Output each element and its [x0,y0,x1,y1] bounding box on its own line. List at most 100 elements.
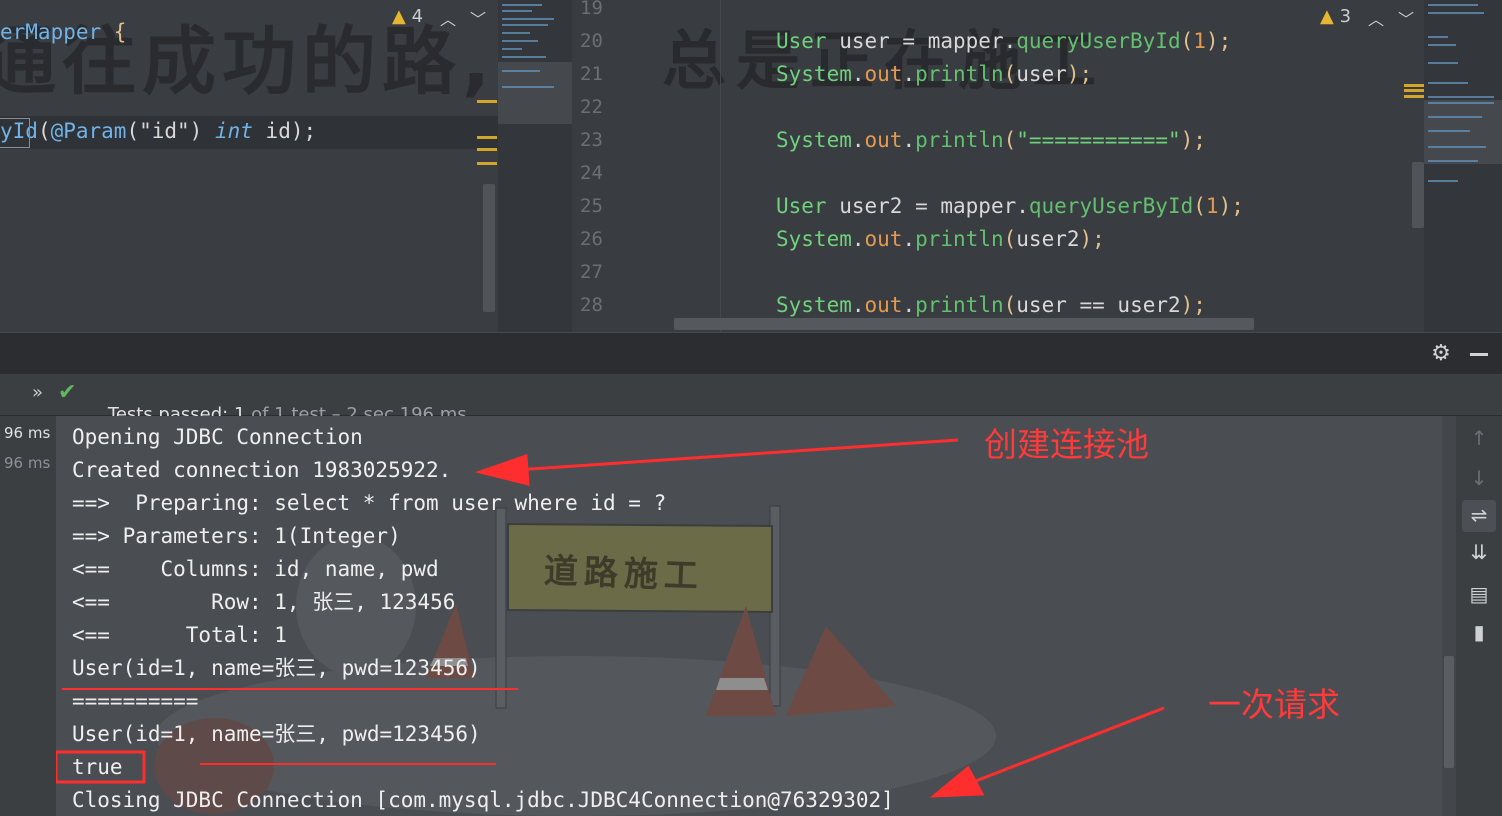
soft-wrap-icon: ⇌ [1470,503,1488,527]
error-stripe-mark[interactable] [477,136,497,139]
left-minimap[interactable] [498,0,572,332]
code-token: . [851,293,865,317]
check-icon: ✔ [58,380,77,405]
left-scrollbar-thumb[interactable] [483,184,495,312]
gutter-separator [720,0,721,332]
prev-highlight-button[interactable]: ︿ [440,6,456,30]
code-token: id); [252,119,317,143]
code-token: println [915,293,1004,317]
left-editor[interactable]: 通往成功的路,总是正在施工 erMapper {yId(@Param("id")… [0,0,498,332]
code-line[interactable] [776,256,1496,289]
code-line[interactable] [0,49,498,82]
code-token: ); [1205,29,1232,53]
code-token: println [915,227,1004,251]
console-scrollbar-thumb[interactable] [1444,656,1454,768]
code-token: . [902,128,916,152]
code-token: queryUserById [1028,194,1194,218]
gear-icon[interactable]: ⚙ [1418,341,1464,366]
horizontal-scrollbar-thumb[interactable] [674,318,1254,330]
line-number: 22 [580,96,603,118]
code-line[interactable]: User user = mapper.queryUserById(1); [776,25,1496,58]
warnings-indicator[interactable]: ▲ 4 [392,6,423,27]
code-token: . [902,293,916,317]
right-code-area[interactable]: User user = mapper.queryUserById(1); Syst… [776,0,1496,322]
code-token: @Param [50,119,127,143]
error-stripe-mark[interactable] [477,162,497,165]
code-token: ); [1180,128,1206,152]
next-highlight-button-right[interactable]: ﹀ [1398,6,1414,30]
right-scrollbar-thumb[interactable] [1412,162,1424,228]
console-output[interactable]: 道路施工 Opening JDBC Connection Created conn… [56,416,1442,816]
minimap-lines [502,4,554,88]
line-number: 19 [580,0,603,19]
code-token: ( [1003,128,1017,152]
trash-icon[interactable]: ▮ [1456,620,1502,644]
code-token: out [864,293,903,317]
code-token: ); [1218,194,1244,218]
code-line[interactable]: System.out.println(user); [776,58,1496,91]
line-number: 28 [580,294,603,316]
code-line[interactable] [0,82,498,115]
line-number: 27 [580,261,603,283]
code-line[interactable]: System.out.println(user2); [776,223,1496,256]
code-token: queryUserById [1016,29,1181,53]
code-token: { [101,20,127,44]
code-token: user = mapper. [826,29,1017,53]
code-token: System [776,293,852,317]
print-icon[interactable]: ▤ [1456,582,1502,606]
code-token: out [864,62,903,86]
right-editor[interactable]: 总是正在施工 19 20 21 22 23 24 25 26 27 28 User user = … [572,0,1498,332]
error-stripe-mark[interactable] [477,148,497,151]
code-token: ); [1066,62,1093,86]
code-token: user2 [1016,227,1080,251]
code-token: . [902,227,916,251]
code-token: . [851,128,865,152]
code-token: println [915,128,1004,152]
code-token: user [1016,62,1067,86]
caret-box [0,118,30,148]
code-token: System [776,128,852,152]
error-stripe-mark[interactable] [477,100,497,103]
arrow-up-icon[interactable]: ↑ [1456,426,1502,450]
code-line[interactable]: User user2 = mapper.queryUserById(1); [776,190,1496,223]
code-token: int [214,119,253,143]
code-line[interactable]: erMapper { [0,16,498,49]
line-number-gutter: 19 20 21 22 23 24 25 26 27 28 [580,0,630,322]
prev-highlight-button-right[interactable]: ︿ [1368,6,1384,30]
line-number: 21 [580,63,603,85]
code-token: ); [1079,227,1105,251]
code-line[interactable]: System.out.println("==========="); [776,124,1496,157]
code-token: User [776,194,827,218]
test-duration: 96 ms [4,454,51,472]
warning-icon: ▲ [392,6,406,27]
warnings-indicator-right[interactable]: ▲ 3 [1320,6,1351,27]
code-token: 1 [1205,194,1219,218]
minimize-icon[interactable] [1470,353,1488,356]
code-line[interactable] [776,157,1496,190]
error-stripe-mark[interactable] [1404,89,1424,92]
line-number: 20 [580,30,603,52]
line-number: 23 [580,129,603,151]
code-line[interactable] [776,0,1496,25]
right-minimap[interactable] [1424,0,1502,332]
expand-toolbar-button[interactable]: » [32,382,43,403]
soft-wrap-toggle[interactable]: ⇌ [1462,500,1496,532]
code-line[interactable]: yId(@Param("id") int id); [0,115,498,148]
code-token: user2 = mapper. [826,194,1029,218]
code-token: println [915,62,1004,86]
test-tree-column[interactable]: 96 ms 96 ms [0,416,56,816]
arrow-down-icon[interactable]: ↓ [1456,466,1502,490]
test-duration: 96 ms [4,424,51,442]
next-highlight-button[interactable]: ﹀ [470,6,486,30]
code-token: ("id") [126,119,203,143]
code-token: ( [37,119,51,143]
code-token: ( [1003,227,1017,251]
console-scrollbar[interactable] [1442,416,1456,816]
code-line[interactable] [776,91,1496,124]
scroll-to-end-icon[interactable]: ⇊ [1456,540,1502,564]
left-code-area[interactable]: erMapper { yId(@Param("id") int id); [0,16,498,148]
code-token: ( [1003,62,1017,86]
run-panel-header: ⚙ [0,332,1502,374]
code-token: System [776,227,852,251]
